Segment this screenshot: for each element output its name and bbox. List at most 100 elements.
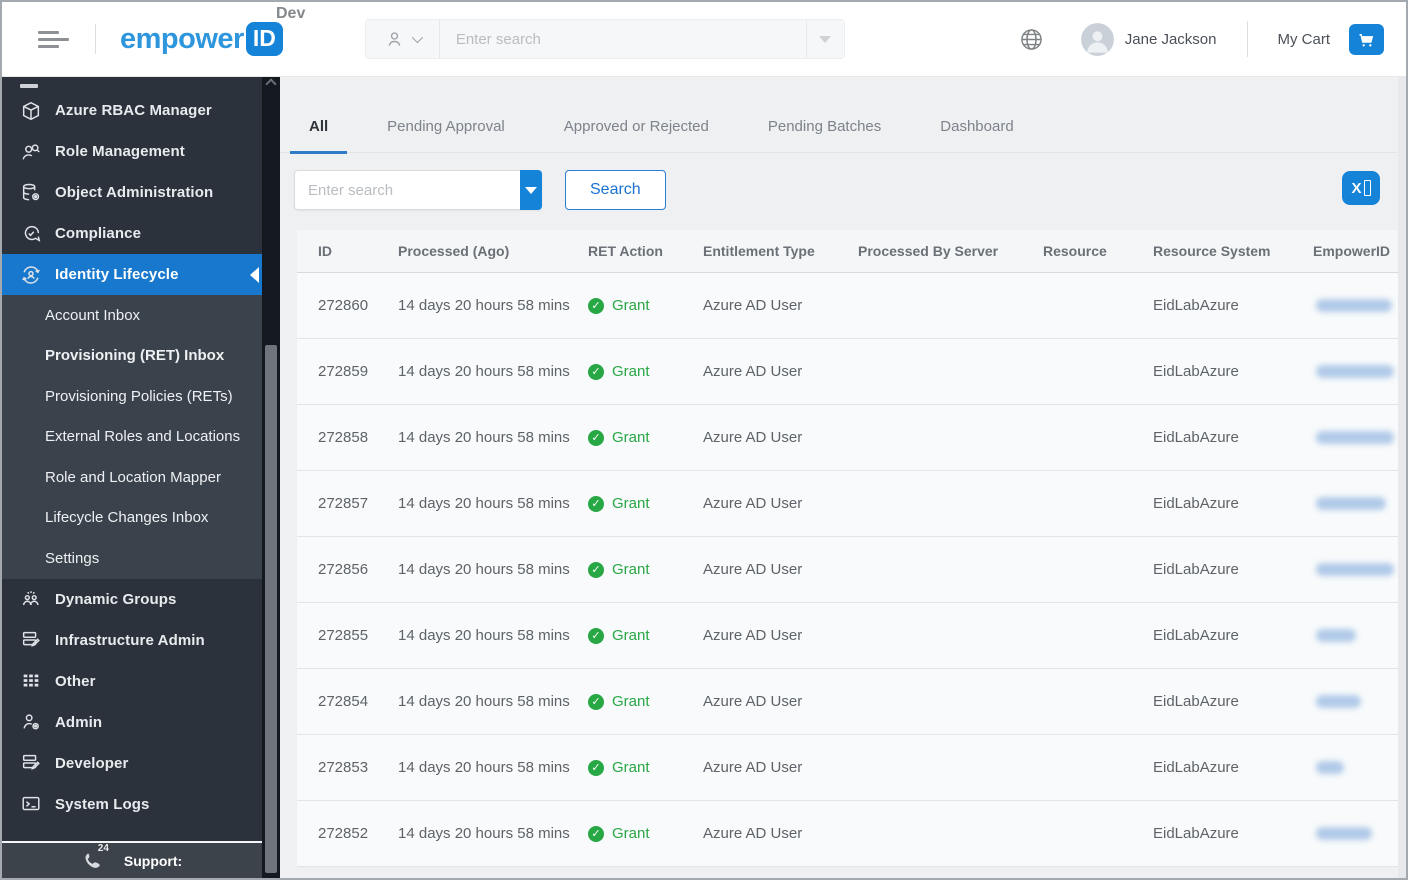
sidebar-item-developer[interactable]: Developer [2, 743, 262, 784]
ret-action-label: Grant [612, 759, 650, 776]
cell-resource-system: EidLabAzure [1153, 429, 1239, 446]
sidebar-item-account-inbox[interactable]: Account Inbox [2, 295, 262, 336]
grant-check-icon: ✓ [588, 825, 604, 842]
column-header-ret-action[interactable]: RET Action [567, 243, 682, 259]
tab-dashboard[interactable]: Dashboard [921, 118, 1032, 154]
sidebar-item-external-roles-and-locations[interactable]: External Roles and Locations [2, 416, 262, 457]
sidebar-item-object-administration[interactable]: Object Administration [2, 172, 262, 213]
search-scope-dropdown[interactable] [366, 20, 440, 58]
ret-action-label: Grant [612, 627, 650, 644]
excel-export-button[interactable]: X [1342, 171, 1380, 205]
sidebar-item-lifecycle-changes-inbox[interactable]: Lifecycle Changes Inbox [2, 497, 262, 538]
sidebar-item-compliance[interactable]: Compliance [2, 213, 262, 254]
sidebar-item-admin[interactable]: Admin [2, 702, 262, 743]
grant-check-icon: ✓ [588, 297, 604, 314]
cell-processed-ago: 14 days 20 hours 58 mins [398, 297, 570, 314]
sidebar-scrollbar-thumb[interactable] [265, 345, 277, 873]
redacted-login-link[interactable] [1316, 629, 1356, 642]
column-header-processed-by-server[interactable]: Processed By Server [837, 243, 1022, 259]
redacted-login-link[interactable] [1316, 695, 1361, 708]
cell-id: 272859 [318, 363, 369, 380]
cell-ret-action: ✓ Grant [567, 627, 682, 644]
column-header-resource[interactable]: Resource [1022, 243, 1132, 259]
sidebar-scrollbar[interactable] [262, 77, 280, 878]
column-header-id[interactable]: ID [297, 243, 377, 259]
grid-icon [20, 670, 42, 692]
sidebar-item-identity-lifecycle[interactable]: Identity Lifecycle [2, 254, 262, 295]
chevron-down-icon [412, 31, 424, 44]
tab-all[interactable]: All [290, 118, 348, 154]
sidebar-item-settings[interactable]: Settings [2, 538, 262, 579]
column-header-empowerid[interactable]: EmpowerID [1292, 243, 1406, 259]
user-avatar[interactable] [1080, 22, 1114, 56]
redacted-login-link[interactable] [1316, 827, 1372, 840]
phone-24-icon: 24 [82, 843, 115, 872]
table-row[interactable]: 272860 14 days 20 hours 58 mins ✓ Grant Azur… [297, 273, 1406, 339]
cell-resource-system: EidLabAzure [1153, 693, 1239, 710]
filter-search-input[interactable] [294, 170, 520, 210]
table-row[interactable]: 272852 14 days 20 hours 58 mins ✓ Grant Azur… [297, 801, 1406, 867]
sidebar-item-label: Azure RBAC Manager [55, 102, 212, 119]
table-row[interactable]: 272858 14 days 20 hours 58 mins ✓ Grant Azur… [297, 405, 1406, 471]
table-row[interactable]: 272857 14 days 20 hours 58 mins ✓ Grant Azur… [297, 471, 1406, 537]
globe-icon[interactable] [1018, 26, 1045, 53]
brand-badge: ID [245, 22, 283, 56]
column-header-processed-ago[interactable]: Processed (Ago) [377, 243, 567, 259]
redacted-login-link[interactable] [1316, 431, 1394, 444]
cart-button[interactable] [1349, 23, 1384, 55]
redacted-login-link[interactable] [1316, 299, 1392, 312]
toolbar: Search X [294, 170, 1392, 210]
brand-logo[interactable]: empower ID [120, 22, 283, 56]
app-window: empower ID Dev Jane Jackson My Cart [0, 0, 1408, 880]
cell-entitlement-type: Azure AD User [703, 561, 803, 578]
column-header-resource-system[interactable]: Resource System [1132, 243, 1292, 259]
cell-ret-action: ✓ Grant [567, 693, 682, 710]
cell-empowerid-login [1292, 695, 1406, 708]
redacted-login-link[interactable] [1316, 563, 1394, 576]
table-row[interactable]: 272854 14 days 20 hours 58 mins ✓ Grant Azur… [297, 669, 1406, 735]
search-button[interactable]: Search [565, 170, 666, 210]
ret-action-label: Grant [612, 825, 650, 842]
redacted-login-link[interactable] [1316, 497, 1386, 510]
support-label: Support: [123, 852, 183, 869]
cell-empowerid-login [1292, 497, 1406, 510]
my-cart-label[interactable]: My Cart [1278, 31, 1331, 48]
sidebar-item-label: Role Management [55, 143, 185, 160]
table-row[interactable]: 272856 14 days 20 hours 58 mins ✓ Grant Azur… [297, 537, 1406, 603]
table-row[interactable]: 272853 14 days 20 hours 58 mins ✓ Grant Azur… [297, 735, 1406, 801]
table-header-row: ID Processed (Ago) RET Action Entitlement T… [297, 230, 1406, 273]
sidebar-item-system-logs[interactable]: System Logs [2, 784, 262, 825]
table-row[interactable]: 272859 14 days 20 hours 58 mins ✓ Grant Azur… [297, 339, 1406, 405]
support-section[interactable]: 24 Support: [2, 841, 262, 878]
column-header-entitlement-type[interactable]: Entitlement Type [682, 243, 837, 259]
sidebar-item-azure-rbac-manager[interactable]: Azure RBAC Manager [2, 90, 262, 131]
tab-bar: All Pending Approval Approved or Rejected P… [280, 77, 1406, 154]
sidebar-item-clipped [2, 77, 262, 90]
tab-pending-approval[interactable]: Pending Approval [368, 118, 524, 154]
sidebar-item-dynamic-groups[interactable]: Dynamic Groups [2, 579, 262, 620]
search-input[interactable] [439, 20, 806, 58]
user-name: Jane Jackson [1124, 30, 1217, 48]
sidebar-item-infrastructure-admin[interactable]: Infrastructure Admin [2, 620, 262, 661]
redacted-login-link[interactable] [1316, 365, 1394, 378]
ret-action-label: Grant [612, 297, 650, 314]
menu-icon[interactable] [38, 27, 70, 52]
sidebar-item-other[interactable]: Other [2, 661, 262, 702]
server-edit-icon [20, 629, 42, 651]
sidebar-item-provisioning-ret-inbox[interactable]: Provisioning (RET) Inbox [2, 335, 262, 376]
sidebar-item-role-and-location-mapper[interactable]: Role and Location Mapper [2, 457, 262, 498]
redacted-login-link[interactable] [1316, 761, 1344, 774]
person-icon [388, 31, 401, 46]
sidebar: Azure RBAC Manager Role Management Object … [2, 77, 262, 878]
tab-approved-or-rejected[interactable]: Approved or Rejected [545, 118, 728, 154]
scroll-up-icon[interactable] [265, 78, 277, 90]
header-divider [1246, 21, 1248, 57]
filter-dropdown-button[interactable] [520, 170, 542, 210]
identity-cycle-icon [20, 264, 42, 286]
sidebar-item-provisioning-policies-rets[interactable]: Provisioning Policies (RETs) [2, 376, 262, 417]
main-scrollbar[interactable] [1398, 77, 1406, 878]
sidebar-item-role-management[interactable]: Role Management [2, 131, 262, 172]
tab-pending-batches[interactable]: Pending Batches [749, 118, 900, 154]
table-row[interactable]: 272855 14 days 20 hours 58 mins ✓ Grant Azur… [297, 603, 1406, 669]
search-dropdown-button[interactable] [805, 20, 844, 58]
